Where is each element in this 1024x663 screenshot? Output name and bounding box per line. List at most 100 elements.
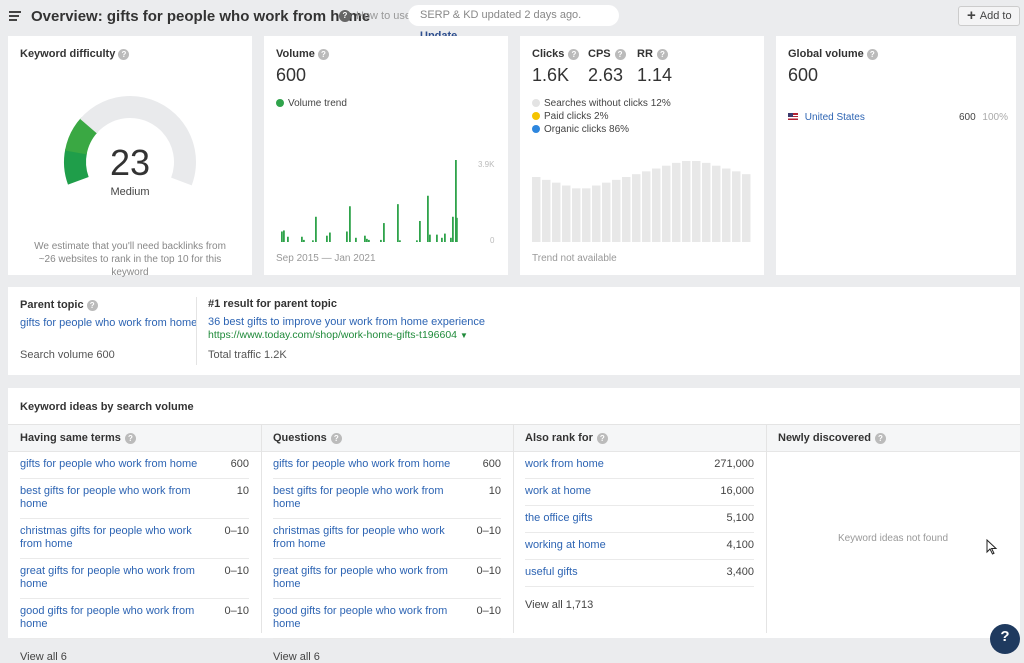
help-chat-button[interactable]: ?	[990, 624, 1020, 654]
clicks-trend-bar	[702, 162, 711, 242]
list-item: best gifts for people who work from home…	[273, 479, 501, 519]
help-icon[interactable]: ?	[330, 432, 342, 444]
list-item: the office gifts 5,100	[525, 506, 754, 533]
parent-topic-link[interactable]: gifts for people who work from home	[20, 317, 197, 329]
volume-bar	[281, 231, 283, 242]
hamburger-menu-icon[interactable]	[9, 11, 21, 21]
view-all-link[interactable]: View all 1,713	[513, 587, 766, 611]
clicks-trend-bar	[572, 188, 581, 242]
volume-bar	[283, 230, 285, 242]
keyword-link[interactable]: the office gifts	[525, 512, 593, 525]
divider	[196, 297, 197, 365]
keyword-link[interactable]: good gifts for people who work from home	[273, 605, 468, 631]
volume-bar	[444, 233, 446, 242]
keyword-ideas-card: Keyword ideas by search volume Having sa…	[8, 388, 1020, 663]
keyword-volume: 10	[488, 485, 501, 497]
keyword-link[interactable]: great gifts for people who work from hom…	[273, 565, 468, 591]
parent-topic-card: Parent topic ? gifts for people who work…	[8, 287, 1020, 375]
clicks-trend-bar	[602, 182, 611, 242]
column-title: Newly discovered	[778, 432, 871, 444]
volume-range: Sep 2015 — Jan 2021	[276, 253, 376, 264]
clicks-trend-bar	[692, 161, 701, 242]
volume-bar	[380, 239, 382, 242]
country-stats: 600 100%	[959, 112, 1008, 123]
volume-bar	[303, 239, 305, 242]
keyword-link[interactable]: best gifts for people who work from home	[20, 485, 215, 511]
volume-bar	[329, 232, 331, 242]
list-item: good gifts for people who work from home…	[273, 599, 501, 639]
top-result-link[interactable]: 36 best gifts to improve your work from …	[208, 316, 485, 328]
keyword-link[interactable]: christmas gifts for people who work from…	[20, 525, 215, 551]
list-item: useful gifts 3,400	[525, 560, 754, 587]
kd-estimate-text: We estimate that you'll need backlinks f…	[34, 241, 226, 278]
trend-not-available: Trend not available	[532, 253, 617, 264]
view-all-link[interactable]: View all 6	[261, 639, 513, 663]
help-icon[interactable]: ?	[86, 299, 98, 311]
keyword-volume: 0–10	[476, 565, 501, 577]
help-icon[interactable]: ?	[339, 10, 351, 22]
clicks-trend-bar	[712, 165, 721, 242]
clicks-trend-bar	[622, 177, 631, 242]
list-item: great gifts for people who work from hom…	[20, 559, 249, 599]
volume-bar	[301, 236, 303, 242]
keyword-volume: 16,000	[720, 485, 754, 497]
how-to-use-link[interactable]: How to use	[356, 10, 411, 22]
caret-down-icon[interactable]: ▼	[460, 331, 468, 340]
country-volume: 600	[958, 112, 976, 123]
volume-bar	[315, 216, 317, 242]
keyword-link[interactable]: gifts for people who work from home	[20, 458, 197, 471]
keyword-link[interactable]: useful gifts	[525, 566, 578, 579]
volume-bar	[427, 195, 429, 242]
keyword-link[interactable]: working at home	[525, 539, 606, 552]
top-result-url[interactable]: https://www.today.com/shop/work-home-gif…	[208, 329, 468, 341]
help-icon[interactable]: ?	[874, 432, 886, 444]
column-header: Also rank for?	[513, 425, 766, 452]
plus-icon: +	[967, 7, 976, 24]
volume-bar	[416, 240, 418, 242]
clicks-trend-bar	[612, 179, 621, 242]
volume-bar	[441, 237, 443, 242]
clicks-card: Clicks? 1.6K CPS? 2.63 RR? 1.14 Searches with…	[520, 36, 764, 275]
keyword-volume: 600	[230, 458, 249, 470]
top-result-url-text: https://www.today.com/shop/work-home-gif…	[208, 329, 458, 341]
volume-bar	[346, 231, 348, 242]
volume-bar	[397, 204, 399, 242]
help-icon[interactable]: ?	[866, 48, 878, 60]
keyword-link[interactable]: best gifts for people who work from home	[273, 485, 468, 511]
view-all-link[interactable]: View all 6	[8, 639, 261, 663]
global-volume-card: Global volume ? 600 United States 600 10…	[776, 36, 1016, 275]
ideas-column-also-rank-for: Also rank for? work from home 271,000 work …	[513, 424, 766, 633]
keyword-list: work from home 271,000 work at home 16,000 t…	[513, 452, 766, 587]
global-volume-title-text: Global volume	[788, 48, 864, 60]
total-traffic: Total traffic 1.2K	[208, 349, 287, 361]
add-to-button[interactable]: + Add to	[958, 6, 1020, 26]
volume-bar	[450, 237, 452, 242]
list-item: great gifts for people who work from hom…	[273, 559, 501, 599]
clicks-trend-bar	[562, 185, 571, 242]
clicks-trend-bar	[582, 188, 591, 242]
help-icon[interactable]: ?	[124, 432, 136, 444]
global-volume-title: Global volume ?	[788, 48, 878, 60]
keyword-list: gifts for people who work from home 600 be…	[261, 452, 513, 639]
ideas-column-having-same-terms: Having same terms? gifts for people who w…	[8, 424, 261, 663]
country-link[interactable]: United States	[805, 112, 865, 123]
global-volume-value: 600	[788, 65, 819, 85]
list-item: good gifts for people who work from home…	[20, 599, 249, 639]
list-item: working at home 4,100	[525, 533, 754, 560]
keyword-link[interactable]: gifts for people who work from home	[273, 458, 450, 471]
keyword-link[interactable]: work at home	[525, 485, 591, 498]
keyword-link[interactable]: great gifts for people who work from hom…	[20, 565, 215, 591]
keyword-link[interactable]: good gifts for people who work from home	[20, 605, 215, 631]
keyword-link[interactable]: work from home	[525, 458, 604, 471]
country-share: 100%	[982, 112, 1008, 123]
clicks-trend-chart	[532, 161, 751, 242]
empty-state-text: Keyword ideas not found	[837, 533, 949, 544]
volume-bar	[436, 234, 438, 242]
volume-bar	[287, 236, 289, 242]
volume-bar	[355, 237, 357, 242]
keyword-link[interactable]: christmas gifts for people who work from…	[273, 525, 468, 551]
keyword-list: gifts for people who work from home 600 be…	[8, 452, 261, 639]
volume-bar	[326, 235, 328, 242]
volume-bar	[455, 217, 458, 242]
help-icon[interactable]: ?	[596, 432, 608, 444]
